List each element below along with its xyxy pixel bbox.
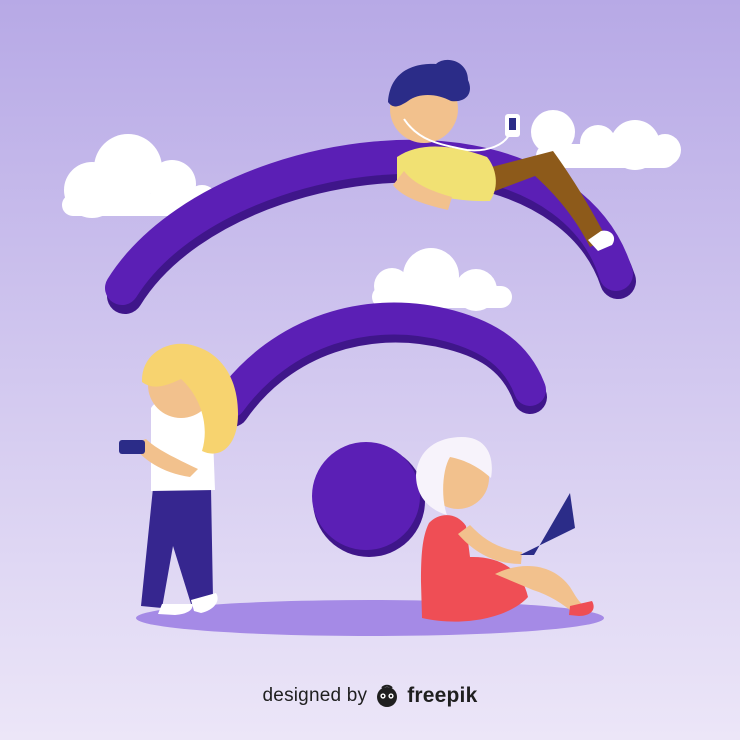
credit-prefix-text: designed by xyxy=(262,685,368,706)
wifi-illustration xyxy=(0,0,740,740)
music-player-screen xyxy=(509,118,516,130)
smartphone-icon xyxy=(119,440,145,454)
credit-brand-text: freepik xyxy=(407,684,478,707)
wifi-dot xyxy=(312,442,420,550)
freepik-credit: designed by freepik xyxy=(0,674,740,718)
freepik-logo-icon xyxy=(377,684,398,707)
